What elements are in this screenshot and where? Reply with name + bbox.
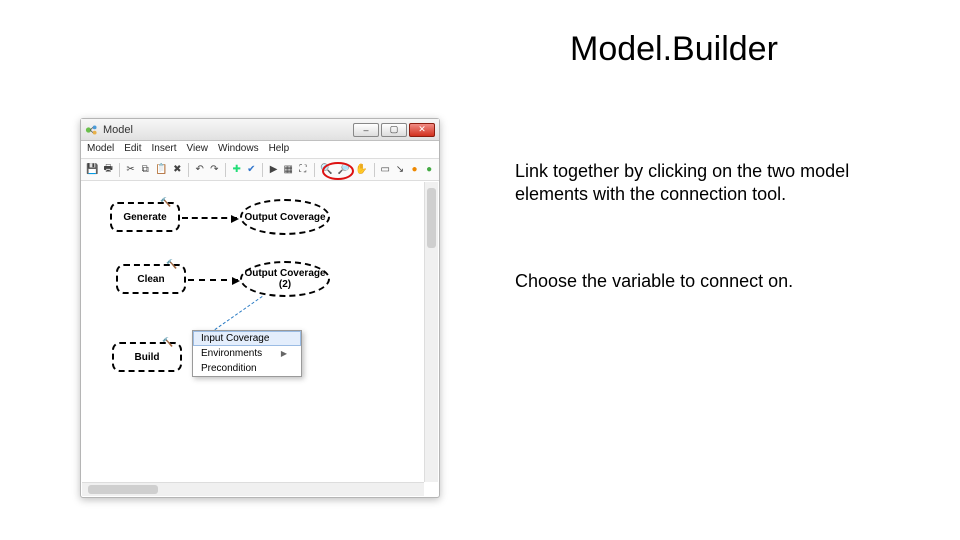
popup-item-label: Input Coverage <box>201 333 269 344</box>
hammer-icon <box>168 262 178 272</box>
full-extent-icon[interactable]: ⛶ <box>297 162 309 178</box>
auto-layout-icon[interactable]: ▦ <box>282 162 294 178</box>
node-label: Clean <box>137 274 164 285</box>
print-icon[interactable]: 🖶 <box>102 162 114 178</box>
popup-item-precondition[interactable]: Precondition <box>193 361 301 376</box>
popup-item-environments[interactable]: Environments ▶ <box>193 346 301 361</box>
window-titlebar[interactable]: Model – ▢ ✕ <box>81 119 439 141</box>
select-icon[interactable]: ▭ <box>379 162 391 178</box>
instruction-text-1: Link together by clicking on the two mod… <box>515 160 885 205</box>
save-icon[interactable]: 💾 <box>85 162 99 178</box>
instruction-text-2: Choose the variable to connect on. <box>515 270 885 293</box>
model-canvas[interactable]: Generate Output Coverage Clean Output Co… <box>82 182 424 482</box>
submenu-arrow-icon: ▶ <box>281 349 287 358</box>
zoom-in-icon[interactable]: 🔍 <box>319 162 333 178</box>
tool-node-clean[interactable]: Clean <box>116 264 186 294</box>
app-icon <box>85 123 99 137</box>
node-label: Output Coverage <box>244 212 325 223</box>
connect-popup-menu: Input Coverage Environments ▶ Preconditi… <box>192 330 302 377</box>
connect-icon[interactable]: ↘ <box>394 162 406 178</box>
zoom-out-icon[interactable]: 🔎 <box>337 162 351 178</box>
redo-icon[interactable]: ↷ <box>208 162 220 178</box>
popup-item-label: Precondition <box>201 363 257 374</box>
separator <box>225 163 226 177</box>
connector-arrow <box>182 217 237 219</box>
menu-bar: Model Edit Insert View Windows Help <box>81 141 439 159</box>
close-button[interactable]: ✕ <box>409 123 435 137</box>
separator <box>374 163 375 177</box>
popup-item-input-coverage[interactable]: Input Coverage <box>193 331 301 346</box>
pan-icon[interactable]: ✋ <box>354 162 368 178</box>
delete-icon[interactable]: ✖ <box>172 162 184 178</box>
tool-node-build[interactable]: Build <box>112 342 182 372</box>
menu-model[interactable]: Model <box>87 143 114 156</box>
toolbar: 💾 🖶 ✂ ⧉ 📋 ✖ ↶ ↷ ✚ ✔ ▶ ▦ ⛶ 🔍 🔎 ✋ ▭ ↘ ● ● <box>81 159 439 181</box>
hammer-icon <box>164 340 174 350</box>
separator <box>262 163 263 177</box>
tool-node-generate[interactable]: Generate <box>110 202 180 232</box>
minimize-button[interactable]: – <box>353 123 379 137</box>
undo-icon[interactable]: ↶ <box>194 162 206 178</box>
menu-insert[interactable]: Insert <box>151 143 176 156</box>
separator <box>188 163 189 177</box>
validate-icon[interactable]: ✔ <box>245 162 257 178</box>
popup-item-label: Environments <box>201 348 262 359</box>
modelbuilder-window: Model – ▢ ✕ Model Edit Insert View Windo… <box>80 118 440 498</box>
vertical-scrollbar[interactable] <box>424 182 438 482</box>
menu-edit[interactable]: Edit <box>124 143 141 156</box>
scrollbar-thumb[interactable] <box>427 188 436 248</box>
window-title: Model <box>103 124 133 136</box>
cut-icon[interactable]: ✂ <box>125 162 137 178</box>
paste-icon[interactable]: 📋 <box>154 162 168 178</box>
run-icon[interactable]: ▶ <box>268 162 280 178</box>
connector-arrow <box>188 279 238 281</box>
add-label-icon[interactable]: ● <box>423 162 435 178</box>
separator <box>119 163 120 177</box>
output-node-coverage[interactable]: Output Coverage <box>240 199 330 235</box>
add-data-icon[interactable]: ✚ <box>231 162 243 178</box>
add-variable-icon[interactable]: ● <box>409 162 421 178</box>
separator <box>314 163 315 177</box>
menu-help[interactable]: Help <box>269 143 290 156</box>
node-label: Build <box>135 352 160 363</box>
menu-windows[interactable]: Windows <box>218 143 259 156</box>
copy-icon[interactable]: ⧉ <box>139 162 151 178</box>
horizontal-scrollbar[interactable] <box>82 482 424 496</box>
slide-title: Model.Builder <box>570 30 778 69</box>
maximize-button[interactable]: ▢ <box>381 123 407 137</box>
output-node-coverage2[interactable]: Output Coverage (2) <box>240 261 330 297</box>
menu-view[interactable]: View <box>187 143 209 156</box>
node-label: Output Coverage (2) <box>242 268 328 290</box>
node-label: Generate <box>123 212 166 223</box>
hammer-icon <box>162 200 172 210</box>
scrollbar-thumb[interactable] <box>88 485 158 494</box>
